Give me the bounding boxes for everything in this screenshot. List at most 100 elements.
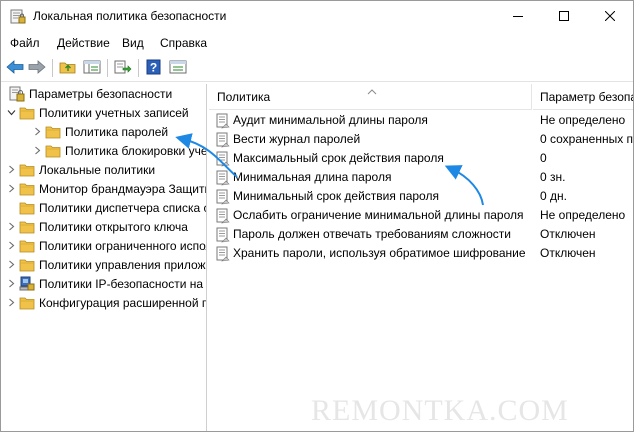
column-header-label: Параметр безопасности bbox=[540, 89, 633, 104]
sort-ascending-icon bbox=[367, 84, 377, 98]
tree-item[interactable]: Конфигурация расширенной политики аудита bbox=[5, 293, 206, 312]
minimize-button[interactable] bbox=[495, 1, 541, 32]
folder-icon bbox=[45, 143, 61, 159]
tree-item[interactable]: Политики управления приложениями bbox=[5, 255, 206, 274]
policy-value: 0 дн. bbox=[540, 189, 567, 203]
console-tree[interactable]: Параметры безопасности Политики учетных з… bbox=[3, 84, 207, 431]
policy-value: 0 сохраненных паролей bbox=[540, 132, 633, 146]
title-bar[interactable]: Локальная политика безопасности bbox=[1, 1, 633, 32]
folder-icon bbox=[19, 238, 35, 254]
app-window: Локальная политика безопасности Файл Дей… bbox=[0, 0, 634, 432]
export-list-button[interactable] bbox=[114, 59, 132, 77]
policy-value: Отключен bbox=[540, 227, 596, 241]
policy-row[interactable]: Максимальный срок действия пароля 0 bbox=[209, 149, 633, 168]
tree-item[interactable]: Параметры безопасности bbox=[5, 84, 172, 103]
tree-item-label: Политики IP-безопасности на "Локальный к… bbox=[39, 276, 206, 291]
minimize-icon bbox=[513, 10, 523, 24]
up-level-button[interactable] bbox=[59, 59, 77, 77]
folder-icon bbox=[19, 219, 35, 235]
show-tree-icon bbox=[83, 59, 101, 78]
maximize-icon bbox=[559, 10, 569, 24]
console-button[interactable] bbox=[169, 59, 187, 77]
tree-item-label: Параметры безопасности bbox=[29, 86, 173, 101]
tree-item[interactable]: Локальные политики bbox=[5, 160, 155, 179]
expand-chevron-right-icon[interactable] bbox=[5, 255, 17, 274]
svg-text:?: ? bbox=[150, 60, 157, 74]
policy-name: Максимальный срок действия пароля bbox=[233, 151, 444, 165]
policy-setting-icon bbox=[215, 132, 231, 148]
expand-chevron-right-icon[interactable] bbox=[5, 160, 17, 179]
tree-item[interactable]: Политика блокировки учетной записи bbox=[31, 141, 206, 160]
folder-icon bbox=[45, 124, 61, 140]
policy-name: Минимальный срок действия пароля bbox=[233, 189, 439, 203]
ip-security-icon bbox=[19, 276, 35, 292]
expand-chevron-right-icon[interactable] bbox=[5, 217, 17, 236]
toolbar-separator bbox=[52, 59, 53, 77]
forward-arrow-icon bbox=[28, 59, 46, 78]
forward-button[interactable] bbox=[28, 59, 46, 77]
policy-setting-icon bbox=[215, 170, 231, 186]
back-button[interactable] bbox=[6, 59, 24, 77]
folder-icon bbox=[19, 200, 35, 216]
column-header-security-setting[interactable]: Параметр безопасности bbox=[533, 84, 633, 110]
help-button[interactable]: ? bbox=[145, 59, 163, 77]
policy-value: Не определено bbox=[540, 113, 626, 127]
console-icon bbox=[169, 59, 187, 78]
policy-row[interactable]: Аудит минимальной длины пароля Не определ… bbox=[209, 111, 633, 130]
maximize-button[interactable] bbox=[541, 1, 587, 32]
policy-row[interactable]: Хранить пароли, используя обратимое шифр… bbox=[209, 244, 633, 263]
tree-item[interactable]: Политики ограниченного использования про… bbox=[5, 236, 206, 255]
tree-item[interactable]: Политики IP-безопасности на "Локальный к… bbox=[5, 274, 206, 293]
policy-setting-icon bbox=[215, 227, 231, 243]
expand-chevron-right-icon[interactable] bbox=[5, 179, 17, 198]
watermark: REMONTKA.COM bbox=[311, 394, 569, 427]
expand-chevron-right-icon[interactable] bbox=[5, 274, 17, 293]
menu-help[interactable]: Справка bbox=[160, 36, 207, 50]
policy-value: 0 зн. bbox=[540, 170, 566, 184]
menu-action[interactable]: Действие bbox=[57, 36, 110, 50]
folder-icon bbox=[19, 257, 35, 273]
folder-icon bbox=[19, 105, 35, 121]
tree-item-label: Политика паролей bbox=[65, 124, 169, 139]
help-icon: ? bbox=[145, 59, 163, 78]
folder-icon bbox=[19, 162, 35, 178]
expand-chevron-right-icon[interactable] bbox=[5, 293, 17, 312]
window-title: Локальная политика безопасности bbox=[33, 9, 227, 23]
tree-item-label: Монитор брандмауэра Защитника Windows bbox=[39, 181, 206, 196]
policy-setting-icon bbox=[215, 246, 231, 262]
expand-chevron-right-icon[interactable] bbox=[31, 141, 43, 160]
policy-value: Не определено bbox=[540, 208, 626, 222]
close-button[interactable] bbox=[587, 1, 633, 32]
policy-row[interactable]: Минимальный срок действия пароля 0 дн. bbox=[209, 187, 633, 206]
policy-name: Ослабить ограничение минимальной длины п… bbox=[233, 208, 524, 222]
tree-item[interactable]: Политика паролей bbox=[31, 122, 169, 141]
menu-file[interactable]: Файл bbox=[10, 36, 40, 50]
export-icon bbox=[114, 59, 132, 78]
back-arrow-icon bbox=[6, 59, 24, 78]
menu-view[interactable]: Вид bbox=[122, 36, 144, 50]
policy-row[interactable]: Минимальная длина пароля 0 зн. bbox=[209, 168, 633, 187]
tree-item[interactable]: Монитор брандмауэра Защитника Windows bbox=[5, 179, 206, 198]
tree-item[interactable]: Политики диспетчера списка сетей bbox=[5, 198, 206, 217]
show-tree-button[interactable] bbox=[83, 59, 101, 77]
policy-row[interactable]: Пароль должен отвечать требованиям сложн… bbox=[209, 225, 633, 244]
up-folder-icon bbox=[59, 59, 77, 78]
tree-item[interactable]: Политики открытого ключа bbox=[5, 217, 188, 236]
expand-chevron-right-icon[interactable] bbox=[5, 236, 17, 255]
policy-name: Аудит минимальной длины пароля bbox=[233, 113, 428, 127]
toolbar-separator bbox=[138, 59, 139, 77]
tree-item-label: Локальные политики bbox=[39, 162, 156, 177]
policy-name: Хранить пароли, используя обратимое шифр… bbox=[233, 246, 526, 260]
policy-name: Пароль должен отвечать требованиям сложн… bbox=[233, 227, 511, 241]
policy-row[interactable]: Вести журнал паролей 0 сохраненных пароле… bbox=[209, 130, 633, 149]
policy-name: Минимальная длина пароля bbox=[233, 170, 392, 184]
policy-name: Вести журнал паролей bbox=[233, 132, 361, 146]
expand-chevron-down-icon[interactable] bbox=[5, 103, 17, 122]
expand-chevron-right-icon[interactable] bbox=[31, 122, 43, 141]
tree-item-label: Политики открытого ключа bbox=[39, 219, 188, 234]
policy-list[interactable]: Политика Параметр безопасности Аудит мин… bbox=[209, 84, 633, 431]
policy-setting-icon bbox=[215, 151, 231, 167]
policy-row[interactable]: Ослабить ограничение минимальной длины п… bbox=[209, 206, 633, 225]
tree-item[interactable]: Политики учетных записей bbox=[5, 103, 189, 122]
tree-item-label: Политики ограниченного использования про… bbox=[39, 238, 206, 253]
